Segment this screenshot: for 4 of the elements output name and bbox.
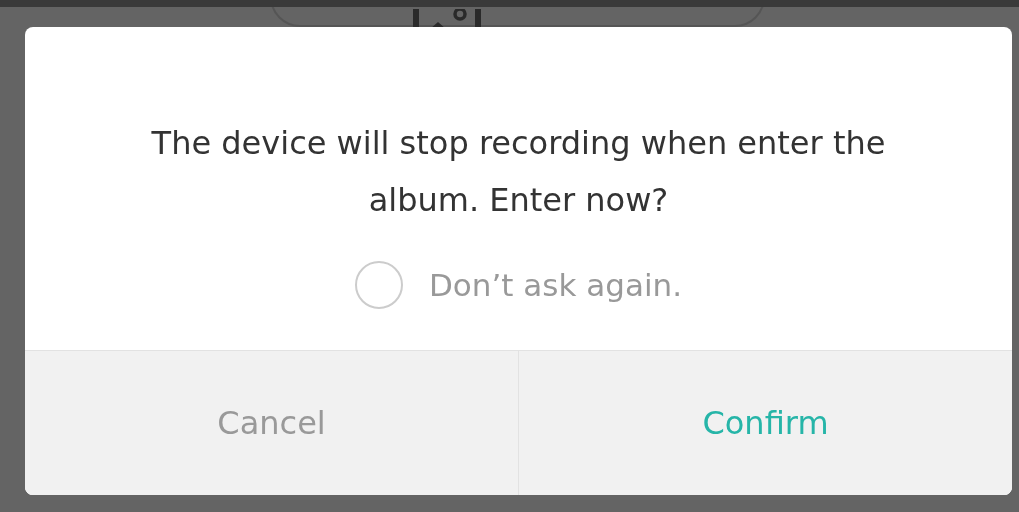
confirm-button[interactable]: Confirm [518,351,1012,495]
radio-button[interactable] [354,261,403,309]
dont-ask-again-option[interactable]: Don’t ask again. [354,261,683,309]
dialog-message: The device will stop recording when enter the album. Enter now? [150,123,887,221]
